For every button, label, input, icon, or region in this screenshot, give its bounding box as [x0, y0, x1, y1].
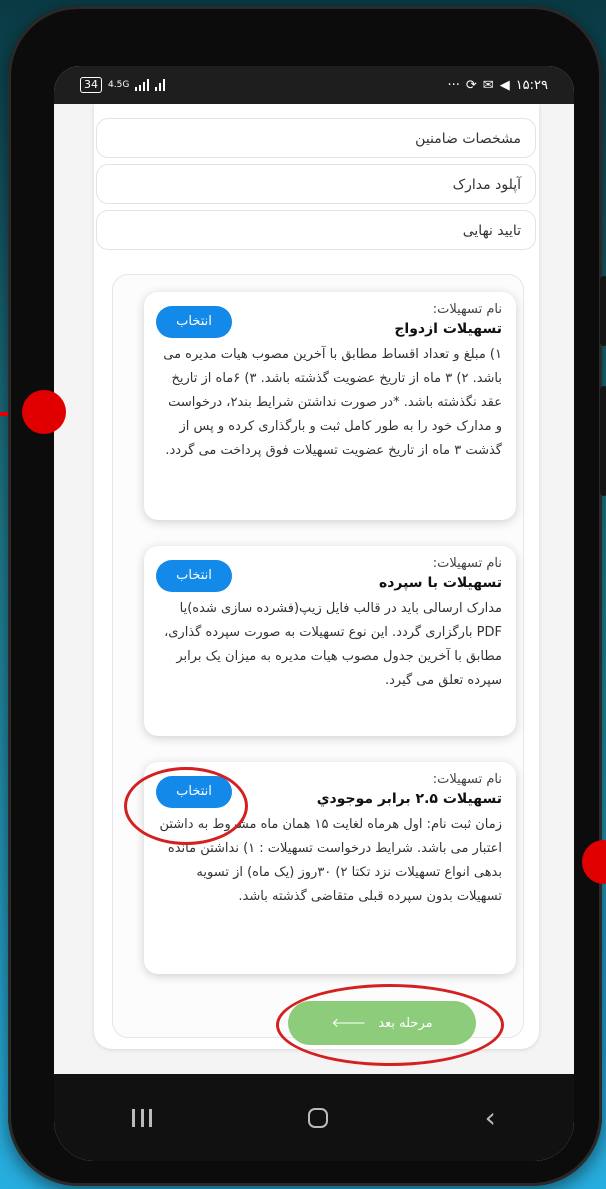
loan-description: مدارک ارسالی باید در قالب فایل زیپ(فشرده… [164, 601, 502, 688]
app-content: مشخصات ضامنین آپلود مدارک تایید نهایی نا… [54, 104, 574, 1074]
next-step-button[interactable]: مرحله بعد 🡐 [288, 1001, 476, 1045]
next-step-label: مرحله بعد [378, 1015, 433, 1031]
loan-card-balance-multiple: نام تسهیلات: تسهیلات ۲.۵ برابر موجودي زم… [144, 762, 516, 974]
loan-card-marriage: نام تسهیلات: تسهیلات ازدواج ۱) مبلغ و تع… [144, 292, 516, 520]
step-label: تایید نهایی [462, 223, 521, 239]
send-icon: ◀ [499, 77, 510, 93]
arrow-left-icon: 🡐 [331, 1016, 367, 1031]
network-type: 4.5G [108, 80, 130, 90]
step-label: آپلود مدارک [452, 177, 521, 193]
power-button [600, 386, 606, 496]
message-icon: ✉ [482, 77, 494, 93]
phone-frame: 34 4.5G ··· ⟳ ✉ ◀ ۱۵:۲۹ مشخصات ضامنین آپ… [8, 6, 606, 1186]
step-final-confirm[interactable]: تایید نهایی [96, 210, 536, 250]
signal-icon [135, 79, 166, 91]
volume-button [600, 276, 606, 346]
select-button[interactable]: انتخاب [156, 560, 232, 592]
phone-screen: 34 4.5G ··· ⟳ ✉ ◀ ۱۵:۲۹ مشخصات ضامنین آپ… [54, 66, 574, 1161]
clock: ۱۵:۲۹ [515, 77, 548, 93]
annotation-dot [22, 390, 66, 434]
loan-description: زمان ثبت نام: اول هرماه لغایت ۱۵ همان ما… [159, 817, 502, 904]
recent-apps-icon[interactable] [132, 1108, 153, 1127]
step-label: مشخصات ضامنین [415, 131, 521, 147]
select-button[interactable]: انتخاب [156, 306, 232, 338]
step-guarantors[interactable]: مشخصات ضامنین [96, 118, 536, 158]
more-icon: ··· [447, 77, 460, 93]
loan-card-deposit: نام تسهیلات: تسهیلات با سپرده مدارک ارسا… [144, 546, 516, 736]
step-upload-documents[interactable]: آپلود مدارک [96, 164, 536, 204]
back-icon[interactable]: ‹ [485, 1103, 496, 1132]
status-bar: 34 4.5G ··· ⟳ ✉ ◀ ۱۵:۲۹ [54, 66, 574, 104]
android-nav-bar: ‹ [54, 1074, 574, 1161]
battery-icon: 34 [80, 77, 102, 93]
loan-description: ۱) مبلغ و تعداد اقساط مطابق با آخرین مصو… [163, 347, 502, 458]
home-icon[interactable] [308, 1107, 329, 1128]
annotation-dash [0, 412, 8, 416]
select-button[interactable]: انتخاب [156, 776, 232, 808]
sync-icon: ⟳ [465, 77, 477, 93]
